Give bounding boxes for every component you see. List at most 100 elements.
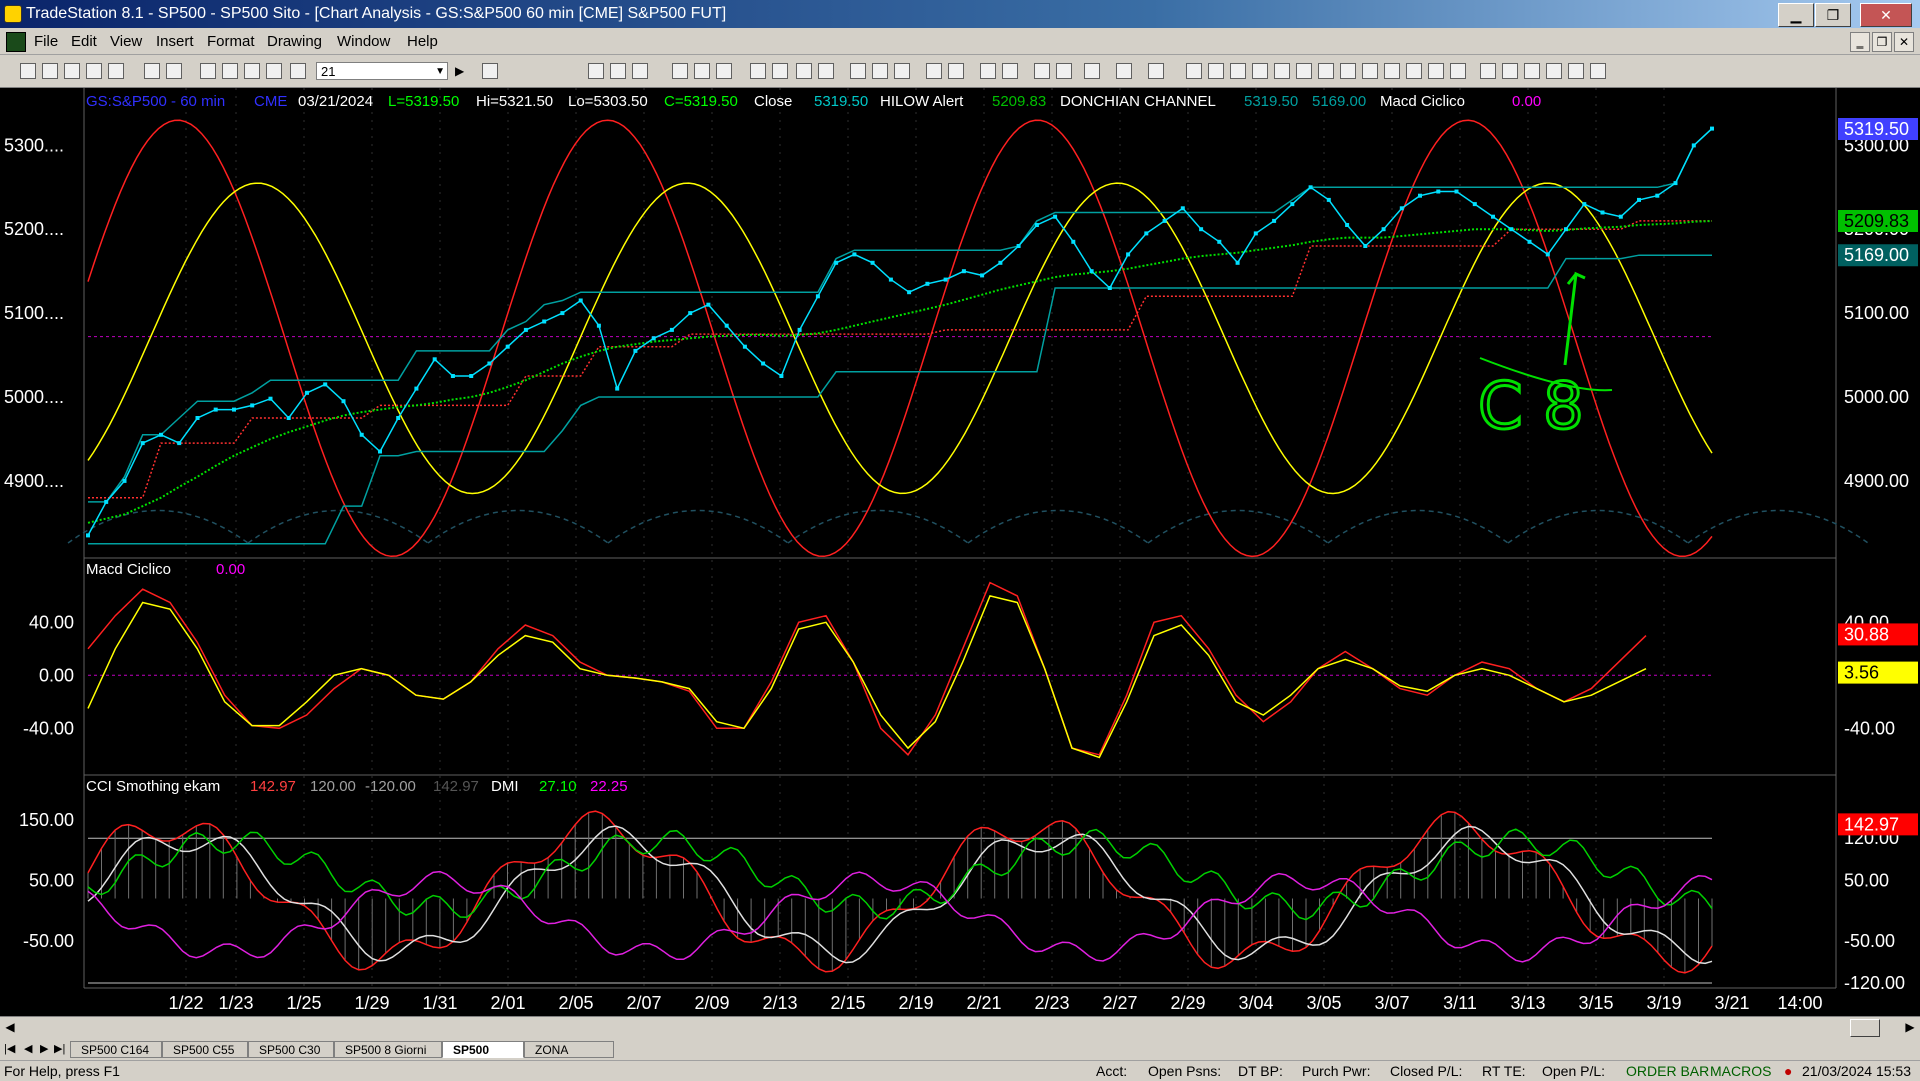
cycle-icon[interactable] — [1362, 63, 1378, 79]
menu-view[interactable]: View — [110, 33, 142, 50]
close-button[interactable]: ✕ — [1860, 3, 1912, 27]
tab-prev-icon[interactable]: ◀ — [24, 1042, 32, 1055]
tab-first-icon[interactable]: |◀ — [4, 1042, 15, 1055]
window2-icon[interactable] — [222, 63, 238, 79]
zoom-out-icon[interactable] — [1002, 63, 1018, 79]
cycle-arc — [1507, 509, 1689, 544]
fib-icon[interactable] — [1274, 63, 1290, 79]
scroll-left-icon[interactable]: ◀ — [2, 1019, 18, 1035]
tab-next-icon[interactable]: ▶ — [40, 1042, 48, 1055]
print-icon[interactable] — [144, 63, 160, 79]
menu-file[interactable]: File — [34, 33, 58, 50]
cci-y-tick-right: -50.00 — [1844, 931, 1895, 951]
bars2-icon[interactable] — [872, 63, 888, 79]
tab-sp500-c55[interactable]: SP500 C55 — [162, 1041, 248, 1058]
arc-draw-icon[interactable] — [1480, 63, 1496, 79]
chart-area[interactable]: 1/22 1/23 1/25 1/29 1/31 2/01 2/05 2/07 2/09 2/13… — [0, 88, 1920, 1016]
format-data2-icon[interactable] — [772, 63, 788, 79]
regression-icon[interactable] — [1384, 63, 1400, 79]
status-purch-pwr: Purch Pwr: — [1302, 1063, 1371, 1079]
price-bar-marker — [1326, 197, 1331, 202]
lock-icon[interactable] — [244, 63, 260, 79]
arc-icon[interactable] — [1406, 63, 1422, 79]
hand-icon[interactable] — [1056, 63, 1072, 79]
price-bar-marker — [1418, 193, 1422, 198]
vline-icon[interactable] — [1230, 63, 1246, 79]
chart-canvas[interactable]: 1/22 1/23 1/25 1/29 1/31 2/01 2/05 2/07 2/09 2/13… — [0, 88, 1920, 1016]
mdi-minimize-button[interactable]: ‗ — [1850, 32, 1870, 52]
hline-icon[interactable] — [1208, 63, 1224, 79]
menu-insert[interactable]: Insert — [156, 33, 194, 50]
mdi-close-button[interactable]: ✕ — [1894, 32, 1914, 52]
tab-sp500-8-giorni[interactable]: SP500 8 Giorni — [334, 1041, 442, 1058]
scroll-right-icon[interactable]: ▶ — [1902, 1019, 1918, 1035]
space2-icon[interactable] — [948, 63, 964, 79]
chart-style2-icon[interactable] — [610, 63, 626, 79]
menu-window[interactable]: Window — [337, 33, 390, 50]
cycle-arc — [1147, 509, 1329, 544]
tab-sp500-c164[interactable]: SP500 C164 — [70, 1041, 162, 1058]
window-icon[interactable] — [200, 63, 216, 79]
interval-combo[interactable]: 21 ▼ — [316, 62, 448, 80]
scroll-thumb[interactable] — [1850, 1019, 1880, 1037]
new-icon[interactable] — [20, 63, 36, 79]
status-macros[interactable]: MACROS — [1710, 1063, 1771, 1079]
print-preview-icon[interactable] — [166, 63, 182, 79]
bars-icon[interactable] — [850, 63, 866, 79]
copy-icon[interactable] — [108, 63, 124, 79]
arrow-up-icon[interactable] — [1524, 63, 1540, 79]
freehand-icon[interactable] — [1450, 63, 1466, 79]
gann-icon[interactable] — [1296, 63, 1312, 79]
save-icon[interactable] — [64, 63, 80, 79]
tab-sp500-c30[interactable]: SP500 C30 — [248, 1041, 334, 1058]
andrews-icon[interactable] — [1318, 63, 1334, 79]
workspace-icon[interactable] — [86, 63, 102, 79]
menu-drawing[interactable]: Drawing — [267, 33, 322, 50]
scale-icon[interactable] — [796, 63, 812, 79]
chart-doc-icon[interactable] — [6, 32, 26, 52]
disabled-icon[interactable] — [1148, 63, 1164, 79]
text-icon[interactable] — [1590, 63, 1606, 79]
analysis3-icon[interactable] — [716, 63, 732, 79]
bars3-icon[interactable] — [894, 63, 910, 79]
speedline-icon[interactable] — [1340, 63, 1356, 79]
pointer-icon[interactable] — [1034, 63, 1050, 79]
horizontal-scrollbar[interactable]: ◀ ▶ — [0, 1016, 1920, 1039]
menu-format[interactable]: Format — [207, 33, 255, 50]
wave-icon[interactable] — [1428, 63, 1444, 79]
tab-zona-sp500[interactable]: ZONA SP500 — [524, 1041, 614, 1074]
menu-help[interactable]: Help — [407, 33, 438, 50]
minimize-button[interactable]: ▁ — [1778, 3, 1814, 27]
open-icon[interactable] — [42, 63, 58, 79]
chart-style-icon[interactable] — [588, 63, 604, 79]
tab-last-icon[interactable]: ▶| — [54, 1042, 65, 1055]
space-icon[interactable] — [926, 63, 942, 79]
mdi-restore-button[interactable]: ❐ — [1872, 32, 1892, 52]
maximize-button[interactable]: ❐ — [1815, 3, 1851, 27]
format-data-icon[interactable] — [750, 63, 766, 79]
menu-edit[interactable]: Edit — [71, 33, 97, 50]
zoom-icon[interactable] — [482, 63, 498, 79]
tab-sp500-sito[interactable]: SP500 Sito — [442, 1041, 524, 1074]
zoom-in-icon[interactable] — [980, 63, 996, 79]
alert-icon[interactable] — [1116, 63, 1132, 79]
macd-y-tick-left: 0.00 — [39, 665, 74, 685]
scale2-icon[interactable] — [818, 63, 834, 79]
indicator-icon[interactable] — [290, 63, 306, 79]
chart-style3-icon[interactable] — [632, 63, 648, 79]
arrow-down-icon[interactable] — [1502, 63, 1518, 79]
cycle-arc — [247, 509, 429, 544]
analysis-icon[interactable] — [672, 63, 688, 79]
format-icon[interactable] — [266, 63, 282, 79]
rectangle-icon[interactable] — [1568, 63, 1584, 79]
status-order-bar[interactable]: ORDER BAR — [1626, 1063, 1709, 1079]
status-bar: For Help, press F1 Acct: Open Psns: DT B… — [0, 1060, 1920, 1081]
trendline-icon[interactable] — [1186, 63, 1202, 79]
channel-icon[interactable] — [1252, 63, 1268, 79]
price-bar-marker — [1655, 193, 1660, 198]
tools-icon[interactable] — [1084, 63, 1100, 79]
cycle-arc — [967, 509, 1149, 544]
analysis2-icon[interactable] — [694, 63, 710, 79]
ellipse-icon[interactable] — [1546, 63, 1562, 79]
arrow-right-icon[interactable]: ▶ — [455, 64, 464, 78]
